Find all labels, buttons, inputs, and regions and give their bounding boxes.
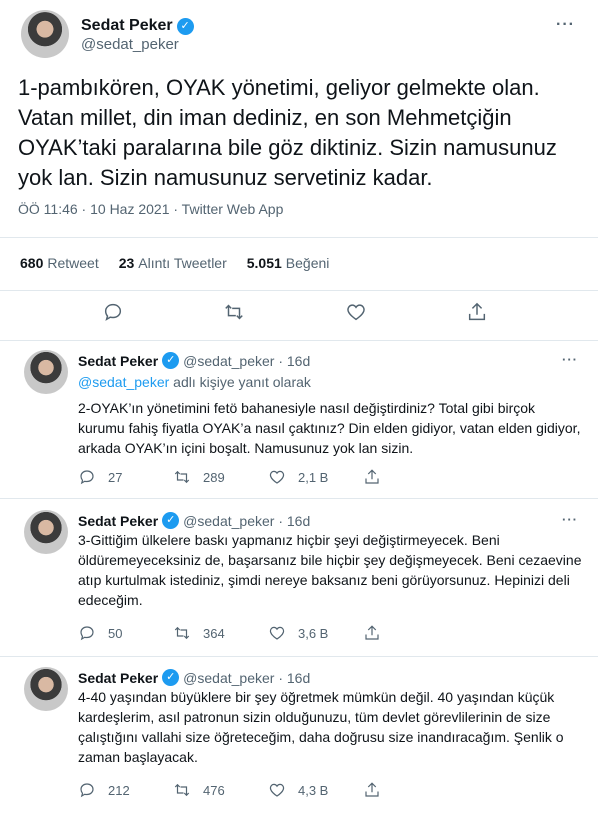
tweet-meta[interactable]: ÖÖ 11:46 · 10 Haz 2021 · Twitter Web App bbox=[18, 201, 283, 217]
retweet-count: 364 bbox=[203, 625, 225, 641]
main-actions bbox=[0, 300, 598, 324]
more-options-icon[interactable]: ··· bbox=[562, 512, 578, 527]
avatar[interactable] bbox=[21, 10, 69, 58]
tweet-text: 1-pambıkören, OYAK yönetimi, geliyor gel… bbox=[18, 75, 557, 190]
like-count: 3,6 B bbox=[298, 625, 329, 641]
like-button[interactable]: 3,6 B bbox=[268, 624, 363, 642]
reply-icon bbox=[80, 626, 94, 641]
share-icon bbox=[365, 782, 379, 797]
divider bbox=[0, 290, 598, 291]
retweet-icon bbox=[174, 626, 190, 640]
author-handle[interactable]: @sedat_peker bbox=[81, 36, 179, 53]
verified-badge-icon: ✓ bbox=[162, 512, 180, 529]
retweet-count: 289 bbox=[203, 469, 225, 485]
reply-header: Sedat Peker ✓ @sedat_peker · 16d bbox=[78, 352, 310, 369]
avatar[interactable] bbox=[24, 350, 68, 394]
like-button[interactable]: 2,1 B bbox=[268, 468, 363, 486]
retweet-icon[interactable] bbox=[222, 300, 246, 324]
divider bbox=[0, 656, 598, 657]
like-count: 4,3 B bbox=[298, 782, 329, 798]
quote-count[interactable]: 23 Alıntı Tweetler bbox=[119, 255, 227, 271]
reply-text: 2-OYAK’ın yönetimini fetö bahanesiyle na… bbox=[78, 400, 581, 456]
verified-badge-icon: ✓ bbox=[162, 669, 180, 686]
reply-text: 4-40 yaşından büyüklere bir şey öğretmek… bbox=[78, 689, 564, 765]
more-options-icon[interactable]: ··· bbox=[556, 16, 575, 34]
share-button[interactable] bbox=[363, 781, 458, 799]
reply-header: Sedat Peker ✓ @sedat_peker · 16d bbox=[78, 669, 310, 686]
avatar[interactable] bbox=[24, 667, 68, 711]
divider bbox=[0, 237, 598, 238]
reply-to-suffix: adlı kişiye yanıt olarak bbox=[169, 374, 311, 390]
like-button[interactable]: 4,3 B bbox=[268, 781, 363, 799]
reply-text: 3-Gittiğim ülkelere baskı yapmanız hiçbi… bbox=[78, 532, 582, 608]
author-name[interactable]: Sedat Peker bbox=[81, 17, 173, 35]
author-name[interactable]: Sedat Peker bbox=[78, 513, 158, 529]
avatar[interactable] bbox=[24, 510, 68, 554]
reply-icon[interactable] bbox=[101, 300, 125, 324]
main-tweet-header: Sedat Peker ✓ @sedat_peker ··· bbox=[21, 10, 581, 58]
reply-header: Sedat Peker ✓ @sedat_peker · 16d bbox=[78, 512, 310, 529]
reply-count: 27 bbox=[108, 469, 123, 485]
more-options-icon[interactable]: ··· bbox=[562, 352, 578, 367]
author-handle[interactable]: @sedat_peker · 16d bbox=[183, 513, 310, 529]
reply-count: 50 bbox=[108, 625, 123, 641]
author-name[interactable]: Sedat Peker bbox=[78, 670, 158, 686]
divider bbox=[0, 498, 598, 499]
author-name[interactable]: Sedat Peker bbox=[78, 353, 158, 369]
reply-icon bbox=[80, 783, 94, 798]
reply-to-link[interactable]: @sedat_peker bbox=[78, 374, 169, 390]
retweet-icon bbox=[174, 470, 190, 484]
reply-icon bbox=[80, 470, 94, 485]
reply-actions: 212 476 4,3 B bbox=[78, 781, 518, 799]
author-handle[interactable]: @sedat_peker · 16d bbox=[183, 353, 310, 369]
reply-actions: 27 289 2,1 B bbox=[78, 468, 518, 486]
retweet-count: 476 bbox=[203, 782, 225, 798]
like-icon[interactable] bbox=[344, 300, 368, 324]
reply-button[interactable]: 27 bbox=[78, 468, 173, 486]
share-button[interactable] bbox=[363, 468, 458, 486]
retweet-count[interactable]: 680 Retweet bbox=[20, 255, 99, 271]
retweet-icon bbox=[174, 783, 190, 797]
like-icon bbox=[269, 470, 285, 484]
retweet-button[interactable]: 289 bbox=[173, 468, 268, 486]
reply-count: 212 bbox=[108, 782, 130, 798]
reply-button[interactable]: 212 bbox=[78, 781, 173, 799]
author-handle[interactable]: @sedat_peker · 16d bbox=[183, 670, 310, 686]
share-icon bbox=[365, 625, 379, 640]
divider bbox=[0, 340, 598, 341]
retweet-button[interactable]: 364 bbox=[173, 624, 268, 642]
retweet-button[interactable]: 476 bbox=[173, 781, 268, 799]
like-icon bbox=[269, 783, 285, 797]
like-count[interactable]: 5.051 Beğeni bbox=[247, 255, 330, 271]
tweet-stats: 680 Retweet 23 Alıntı Tweetler 5.051 Beğeni bbox=[20, 255, 329, 271]
share-button[interactable] bbox=[363, 624, 458, 642]
share-icon[interactable] bbox=[465, 300, 489, 324]
like-count: 2,1 B bbox=[298, 469, 329, 485]
verified-badge-icon: ✓ bbox=[162, 352, 180, 369]
replying-to: @sedat_peker adlı kişiye yanıt olarak bbox=[78, 374, 311, 390]
tweet-page: Sedat Peker ✓ @sedat_peker ··· 1-pambıkö… bbox=[0, 0, 598, 813]
share-icon bbox=[365, 469, 379, 484]
like-icon bbox=[269, 626, 285, 640]
reply-actions: 50 364 3,6 B bbox=[78, 624, 518, 642]
reply-button[interactable]: 50 bbox=[78, 624, 173, 642]
verified-badge-icon: ✓ bbox=[176, 17, 194, 35]
author-name-row: Sedat Peker ✓ bbox=[81, 17, 194, 35]
